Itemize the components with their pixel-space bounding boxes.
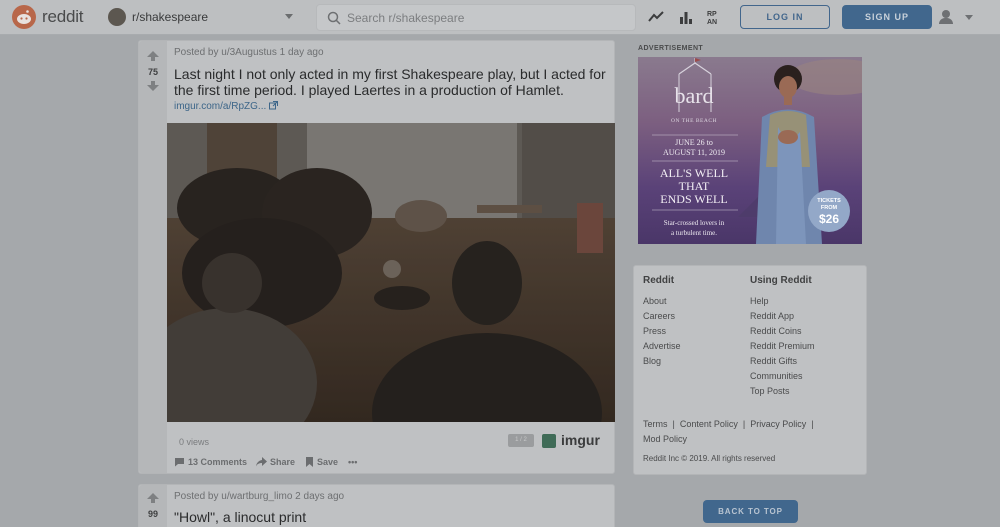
share-button[interactable]: Share xyxy=(256,457,295,467)
more-options-icon[interactable]: ••• xyxy=(348,457,357,467)
bookmark-icon xyxy=(306,457,313,467)
post-link-text[interactable]: imgur.com/a/RpZG... xyxy=(174,101,266,112)
svg-text:AN: AN xyxy=(707,19,717,25)
login-button[interactable]: LOG IN xyxy=(740,5,830,29)
rpan-icon[interactable]: RP AN xyxy=(707,9,723,25)
save-label: Save xyxy=(317,457,339,467)
search-bar[interactable] xyxy=(316,4,636,31)
community-switcher[interactable]: r/shakespeare xyxy=(104,5,304,29)
upvote-arrow-icon[interactable] xyxy=(147,493,159,503)
footer-link-reddit-app[interactable]: Reddit App xyxy=(750,311,794,321)
bard-on-the-beach-ad: bard ON THE BEACH JUNE 26 to AUGUST 11, … xyxy=(638,57,862,244)
vote-column: 75 xyxy=(139,41,167,473)
site-footer-links: Reddit About Careers Press Advertise Blo… xyxy=(633,265,867,475)
comment-icon xyxy=(175,458,184,467)
image-host-label[interactable]: imgur xyxy=(561,432,600,448)
svg-text:bard: bard xyxy=(674,83,713,108)
imgur-logo-icon[interactable] xyxy=(542,434,556,448)
user-icon-body xyxy=(939,18,953,24)
reddit-logo-icon[interactable] xyxy=(12,5,36,29)
footer-link-reddit-coins[interactable]: Reddit Coins xyxy=(750,326,802,336)
separator: | xyxy=(742,419,746,429)
signup-button[interactable]: SIGN UP xyxy=(842,5,932,29)
footer-link-reddit-premium[interactable]: Reddit Premium xyxy=(750,341,815,351)
svg-text:AUGUST 11, 2019: AUGUST 11, 2019 xyxy=(663,148,725,157)
share-label: Share xyxy=(270,457,296,467)
svg-text:THAT: THAT xyxy=(679,179,710,193)
theatre-photo xyxy=(167,123,615,422)
footer-link-reddit-gifts[interactable]: Reddit Gifts xyxy=(750,356,797,366)
footer-link-help[interactable]: Help xyxy=(750,296,769,306)
post-title[interactable]: Last night I not only acted in my first … xyxy=(174,66,609,98)
svg-text:ON THE BEACH: ON THE BEACH xyxy=(671,118,717,124)
save-button[interactable]: Save xyxy=(305,457,338,467)
footer-link-blog[interactable]: Blog xyxy=(643,356,661,366)
footer-link-privacy-policy[interactable]: Privacy Policy xyxy=(750,419,806,429)
footer-link-about[interactable]: About xyxy=(643,296,667,306)
ad-banner[interactable]: bard ON THE BEACH JUNE 26 to AUGUST 11, … xyxy=(638,57,862,244)
stats-icon[interactable] xyxy=(678,9,694,25)
svg-text:JUNE 26 to: JUNE 26 to xyxy=(675,138,713,147)
chevron-down-icon xyxy=(285,14,293,19)
top-nav-bar: reddit r/shakespeare RP AN LOG IN SIGN U… xyxy=(0,0,1000,35)
legal-links: Terms | Content Policy | Privacy Policy | Mod … xyxy=(643,417,863,447)
footer-link-terms[interactable]: Terms xyxy=(643,419,668,429)
svg-text:Star-crossed lovers in: Star-crossed lovers in xyxy=(664,219,725,227)
community-name: r/shakespeare xyxy=(132,10,209,24)
user-menu[interactable] xyxy=(938,8,978,28)
chevron-down-icon xyxy=(965,15,973,20)
upvote-arrow-icon[interactable] xyxy=(147,51,159,61)
ad-label: ADVERTISEMENT xyxy=(638,45,704,52)
footer-link-content-policy[interactable]: Content Policy xyxy=(680,419,738,429)
post-meta[interactable]: Posted by u/3Augustus 1 day ago xyxy=(174,47,324,58)
footer-column-title: Using Reddit xyxy=(750,275,812,286)
footer-column-title: Reddit xyxy=(643,275,675,286)
comments-button[interactable]: 13 Comments xyxy=(174,457,247,467)
search-icon xyxy=(327,11,341,25)
svg-text:TICKETS: TICKETS xyxy=(817,198,841,204)
community-avatar xyxy=(108,8,126,26)
footer-link-press[interactable]: Press xyxy=(643,326,666,336)
footer-link-advertise[interactable]: Advertise xyxy=(643,341,681,351)
separator: | xyxy=(811,419,814,429)
view-count: 0 views xyxy=(179,437,210,447)
reddit-wordmark[interactable]: reddit xyxy=(42,7,84,27)
post-link[interactable]: imgur.com/a/RpZG... xyxy=(174,101,279,112)
vote-column: 99 xyxy=(139,485,167,527)
svg-text:ALL'S WELL: ALL'S WELL xyxy=(660,166,728,180)
svg-text:$26: $26 xyxy=(819,212,839,226)
separator: | xyxy=(672,419,675,429)
footer-link-top-posts[interactable]: Top Posts xyxy=(750,386,790,396)
svg-text:FROM: FROM xyxy=(821,205,838,211)
post-card[interactable]: 99 Posted by u/wartburg_limo 2 days ago … xyxy=(138,484,615,527)
search-input[interactable] xyxy=(347,9,607,27)
post-meta[interactable]: Posted by u/wartburg_limo 2 days ago xyxy=(174,491,344,502)
post-image[interactable] xyxy=(167,123,615,422)
vote-score: 75 xyxy=(147,67,158,77)
external-link-icon xyxy=(269,101,279,110)
post-title[interactable]: "Howl", a linocut print xyxy=(174,509,609,525)
footer-link-mod-policy[interactable]: Mod Policy xyxy=(643,434,687,444)
svg-text:RP: RP xyxy=(707,11,717,18)
trending-icon[interactable] xyxy=(648,9,664,25)
share-icon xyxy=(256,457,267,467)
vote-score: 99 xyxy=(147,509,158,519)
footer-link-communities[interactable]: Communities xyxy=(750,371,803,381)
post-card[interactable]: 75 Posted by u/3Augustus 1 day ago Last … xyxy=(138,40,615,474)
downvote-arrow-icon[interactable] xyxy=(147,81,159,91)
copyright-notice: Reddit Inc © 2019. All rights reserved xyxy=(643,454,776,463)
svg-text:a turbulent time.: a turbulent time. xyxy=(671,229,717,237)
image-counter-badge: 1 / 2 xyxy=(508,434,534,447)
user-icon xyxy=(942,10,950,18)
footer-link-careers[interactable]: Careers xyxy=(643,311,675,321)
svg-text:ENDS WELL: ENDS WELL xyxy=(660,192,727,206)
comments-label: 13 Comments xyxy=(188,457,248,467)
back-to-top-button[interactable]: BACK TO TOP xyxy=(703,500,798,523)
